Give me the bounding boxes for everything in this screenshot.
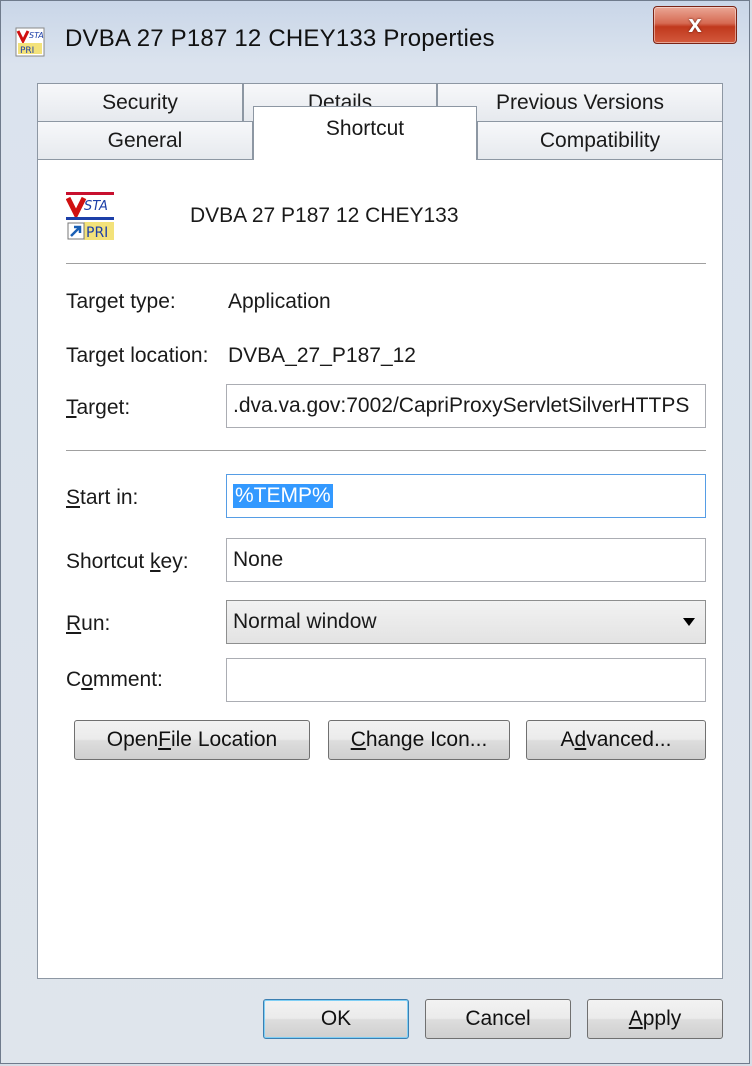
tab-label: Compatibility xyxy=(539,128,661,152)
target-type-value: Application xyxy=(228,290,331,313)
svg-text:STA: STA xyxy=(84,199,108,214)
window-title: DVBA 27 P187 12 CHEY133 Properties xyxy=(65,25,495,52)
apply-button[interactable]: Apply xyxy=(587,999,723,1039)
svg-text:PRI: PRI xyxy=(20,46,34,56)
advanced-button[interactable]: Ad vanced... xyxy=(526,720,706,760)
tab-label: Previous Versions xyxy=(495,90,665,114)
close-icon: x xyxy=(688,11,702,38)
tab-previous-versions[interactable]: Previous Versions xyxy=(437,83,723,121)
tab-general[interactable]: General xyxy=(37,121,253,159)
chevron-down-icon xyxy=(683,618,695,626)
tab-label: General xyxy=(107,128,183,152)
separator xyxy=(66,263,706,264)
properties-window: STA PRI DVBA 27 P187 12 CHEY133 Properti… xyxy=(0,0,750,1064)
tab-security[interactable]: Security xyxy=(37,83,243,121)
target-location-value: DVBA_27_P187_12 xyxy=(228,344,416,367)
comment-label: Comment: xyxy=(66,668,163,691)
run-dropdown-value: Normal window xyxy=(233,610,377,633)
target-label: Target: xyxy=(66,396,131,419)
svg-text:PRI: PRI xyxy=(86,225,108,241)
tab-shortcut[interactable]: Shortcut xyxy=(253,106,477,160)
start-in-field[interactable]: %TEMP% xyxy=(226,474,706,518)
cancel-button[interactable]: Cancel xyxy=(425,999,571,1039)
target-location-label: Target location: xyxy=(66,344,209,367)
shortcut-panel: STA PRI DVBA 27 P187 12 CHEY133 Target t… xyxy=(37,159,723,979)
target-field-text: .dva.va.gov:7002/CapriProxyServletSilver… xyxy=(233,394,690,417)
tab-label: Shortcut xyxy=(325,117,405,140)
run-dropdown[interactable]: Normal window xyxy=(226,600,706,644)
target-type-label: Target type: xyxy=(66,290,176,313)
ok-button[interactable]: OK xyxy=(263,999,409,1039)
tab-compatibility[interactable]: Compatibility xyxy=(477,121,723,159)
tab-label: Security xyxy=(102,90,178,114)
vista-app-icon: STA PRI xyxy=(15,27,45,57)
comment-field[interactable] xyxy=(226,658,706,702)
close-button[interactable]: x xyxy=(653,6,737,44)
target-field[interactable]: .dva.va.gov:7002/CapriProxyServletSilver… xyxy=(226,384,706,428)
shortcut-key-field[interactable]: None xyxy=(226,538,706,582)
shortcut-name: DVBA 27 P187 12 CHEY133 xyxy=(190,204,459,227)
open-file-location-button[interactable]: Open File Location xyxy=(74,720,310,760)
shortcut-key-label: Shortcut key: xyxy=(66,550,189,573)
svg-text:STA: STA xyxy=(29,31,44,40)
separator xyxy=(66,450,706,451)
change-icon-button[interactable]: Change Icon... xyxy=(328,720,510,760)
start-in-label: Start in: xyxy=(66,486,139,509)
run-label: Run: xyxy=(66,612,111,635)
vista-shortcut-icon: STA PRI xyxy=(66,190,114,242)
start-in-field-text: %TEMP% xyxy=(233,484,333,508)
title-bar[interactable]: STA PRI DVBA 27 P187 12 CHEY133 Properti… xyxy=(1,1,751,81)
shortcut-key-field-text: None xyxy=(233,548,284,571)
